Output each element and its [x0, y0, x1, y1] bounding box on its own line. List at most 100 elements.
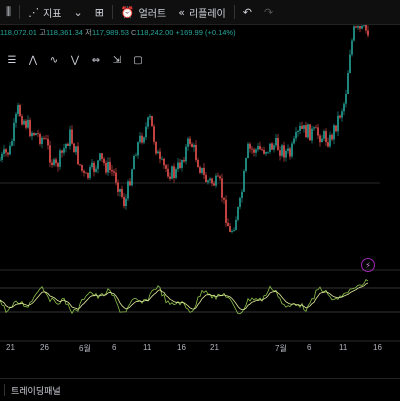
- candle-body: [185, 146, 187, 162]
- top-toolbar: ⫼ ⋰ 지표 ⌄ ⊞ ⏰ 얼러트 « 리플레이 ↶ ↷: [0, 0, 400, 25]
- candle-body: [227, 222, 229, 227]
- candle-body: [253, 149, 255, 153]
- candle-body: [97, 160, 99, 169]
- candle-body: [291, 143, 293, 157]
- candle-body: [235, 219, 237, 231]
- candle-body: [295, 132, 297, 139]
- candle-body: [301, 125, 303, 129]
- candle-settings-icon: ⫼: [6, 5, 12, 18]
- candle-body: [69, 129, 71, 147]
- candle-body: [153, 126, 155, 142]
- candle-body: [271, 143, 273, 150]
- candle-body: [347, 72, 349, 95]
- range-icon[interactable]: ⇔: [88, 52, 104, 68]
- wave-icon[interactable]: ∿: [46, 52, 62, 68]
- indicators-icon: ⋰: [28, 5, 40, 19]
- candle-body: [343, 103, 345, 112]
- candle-body: [85, 172, 87, 174]
- trading-panel-tab[interactable]: 트레이딩패널: [11, 384, 61, 397]
- time-axis-label: 7월: [275, 344, 287, 353]
- candle-body: [195, 144, 197, 161]
- candle-body: [329, 134, 331, 147]
- candle-body: [139, 135, 141, 143]
- candle-body: [197, 160, 199, 168]
- candle-body: [243, 170, 245, 192]
- candle-body: [77, 146, 79, 165]
- candle-body: [251, 148, 253, 150]
- candle-body: [293, 138, 295, 144]
- candle-body: [147, 117, 149, 127]
- replay-button[interactable]: « 리플레이: [172, 0, 232, 24]
- candle-body: [75, 146, 77, 153]
- candle-body: [187, 138, 189, 147]
- indicators-dropdown[interactable]: ⌄: [67, 0, 88, 24]
- candle-body: [183, 160, 185, 162]
- candle-body: [349, 54, 351, 73]
- candle-body: [55, 159, 57, 164]
- candle-body: [133, 155, 135, 170]
- indicators-button[interactable]: ⋰ 지표: [22, 0, 67, 24]
- candle-body: [45, 138, 47, 140]
- candle-body: [59, 150, 61, 167]
- alert-button[interactable]: ⏰ 얼러트: [115, 0, 172, 24]
- time-axis: 21 26 6월 6 11 16 21 7월 6 11 16: [0, 341, 400, 355]
- candle-body: [37, 133, 39, 135]
- candle-body: [177, 162, 179, 170]
- candle-body: [213, 183, 215, 186]
- candle-body: [123, 196, 125, 207]
- candle-body: [321, 138, 323, 143]
- candle-body: [317, 127, 319, 136]
- candle-body: [49, 145, 51, 163]
- candle-body: [327, 142, 329, 147]
- candle-body: [171, 166, 173, 179]
- candle-body: [273, 145, 275, 150]
- grid-icon: ⊞: [94, 5, 104, 19]
- candle-body: [41, 137, 43, 144]
- candle-body: [257, 146, 259, 150]
- candle-body: [223, 197, 225, 200]
- close-value: 118,242.00: [136, 28, 174, 37]
- candle-body: [79, 164, 81, 166]
- time-axis-label: 6월: [79, 344, 91, 353]
- frame-icon[interactable]: ▢: [130, 52, 146, 68]
- undo-button[interactable]: ↶: [237, 0, 258, 24]
- candle-body: [53, 159, 55, 165]
- candle-body: [299, 125, 301, 131]
- ohlc-legend: 118,072.01 고118,361.34 저117,989.53 C118,…: [0, 27, 236, 38]
- candle-settings-button[interactable]: ⫼: [0, 0, 17, 24]
- candle-body: [259, 146, 261, 150]
- candle-body: [141, 135, 143, 143]
- pattern-icon[interactable]: ⋀: [25, 52, 41, 68]
- candle-body: [161, 158, 163, 160]
- redo-button[interactable]: ↷: [258, 0, 279, 24]
- candle-body: [3, 149, 5, 154]
- candle-body: [83, 170, 85, 173]
- candle-body: [199, 167, 201, 173]
- time-axis-label: 21: [210, 343, 219, 352]
- candle-body: [249, 143, 251, 149]
- candle-body: [215, 175, 217, 186]
- candle-body: [239, 197, 241, 207]
- candle-body: [11, 140, 13, 146]
- candle-body: [61, 150, 63, 153]
- alert-bolt-icon[interactable]: ⚡: [361, 258, 375, 272]
- candle-body: [331, 134, 333, 140]
- candle-body: [339, 115, 341, 118]
- layout-button[interactable]: ⊞: [89, 0, 110, 24]
- zigzag-icon[interactable]: ⋁: [67, 52, 83, 68]
- candle-body: [287, 148, 289, 151]
- candle-body: [359, 26, 361, 29]
- candle-body: [137, 142, 139, 156]
- align-icon[interactable]: ☰: [4, 52, 20, 68]
- candle-body: [29, 119, 31, 137]
- bracket-icon[interactable]: ⇲: [109, 52, 125, 68]
- bottom-panel: 트레이딩패널: [0, 378, 400, 401]
- candle-body: [277, 137, 279, 151]
- candle-body: [229, 226, 231, 232]
- low-value: 117,989.53: [91, 28, 129, 37]
- candle-body: [107, 161, 109, 173]
- candle-body: [39, 133, 41, 144]
- alert-icon: ⏰: [120, 5, 135, 19]
- candle-body: [179, 162, 181, 168]
- open-value: 118,072.01: [0, 28, 37, 37]
